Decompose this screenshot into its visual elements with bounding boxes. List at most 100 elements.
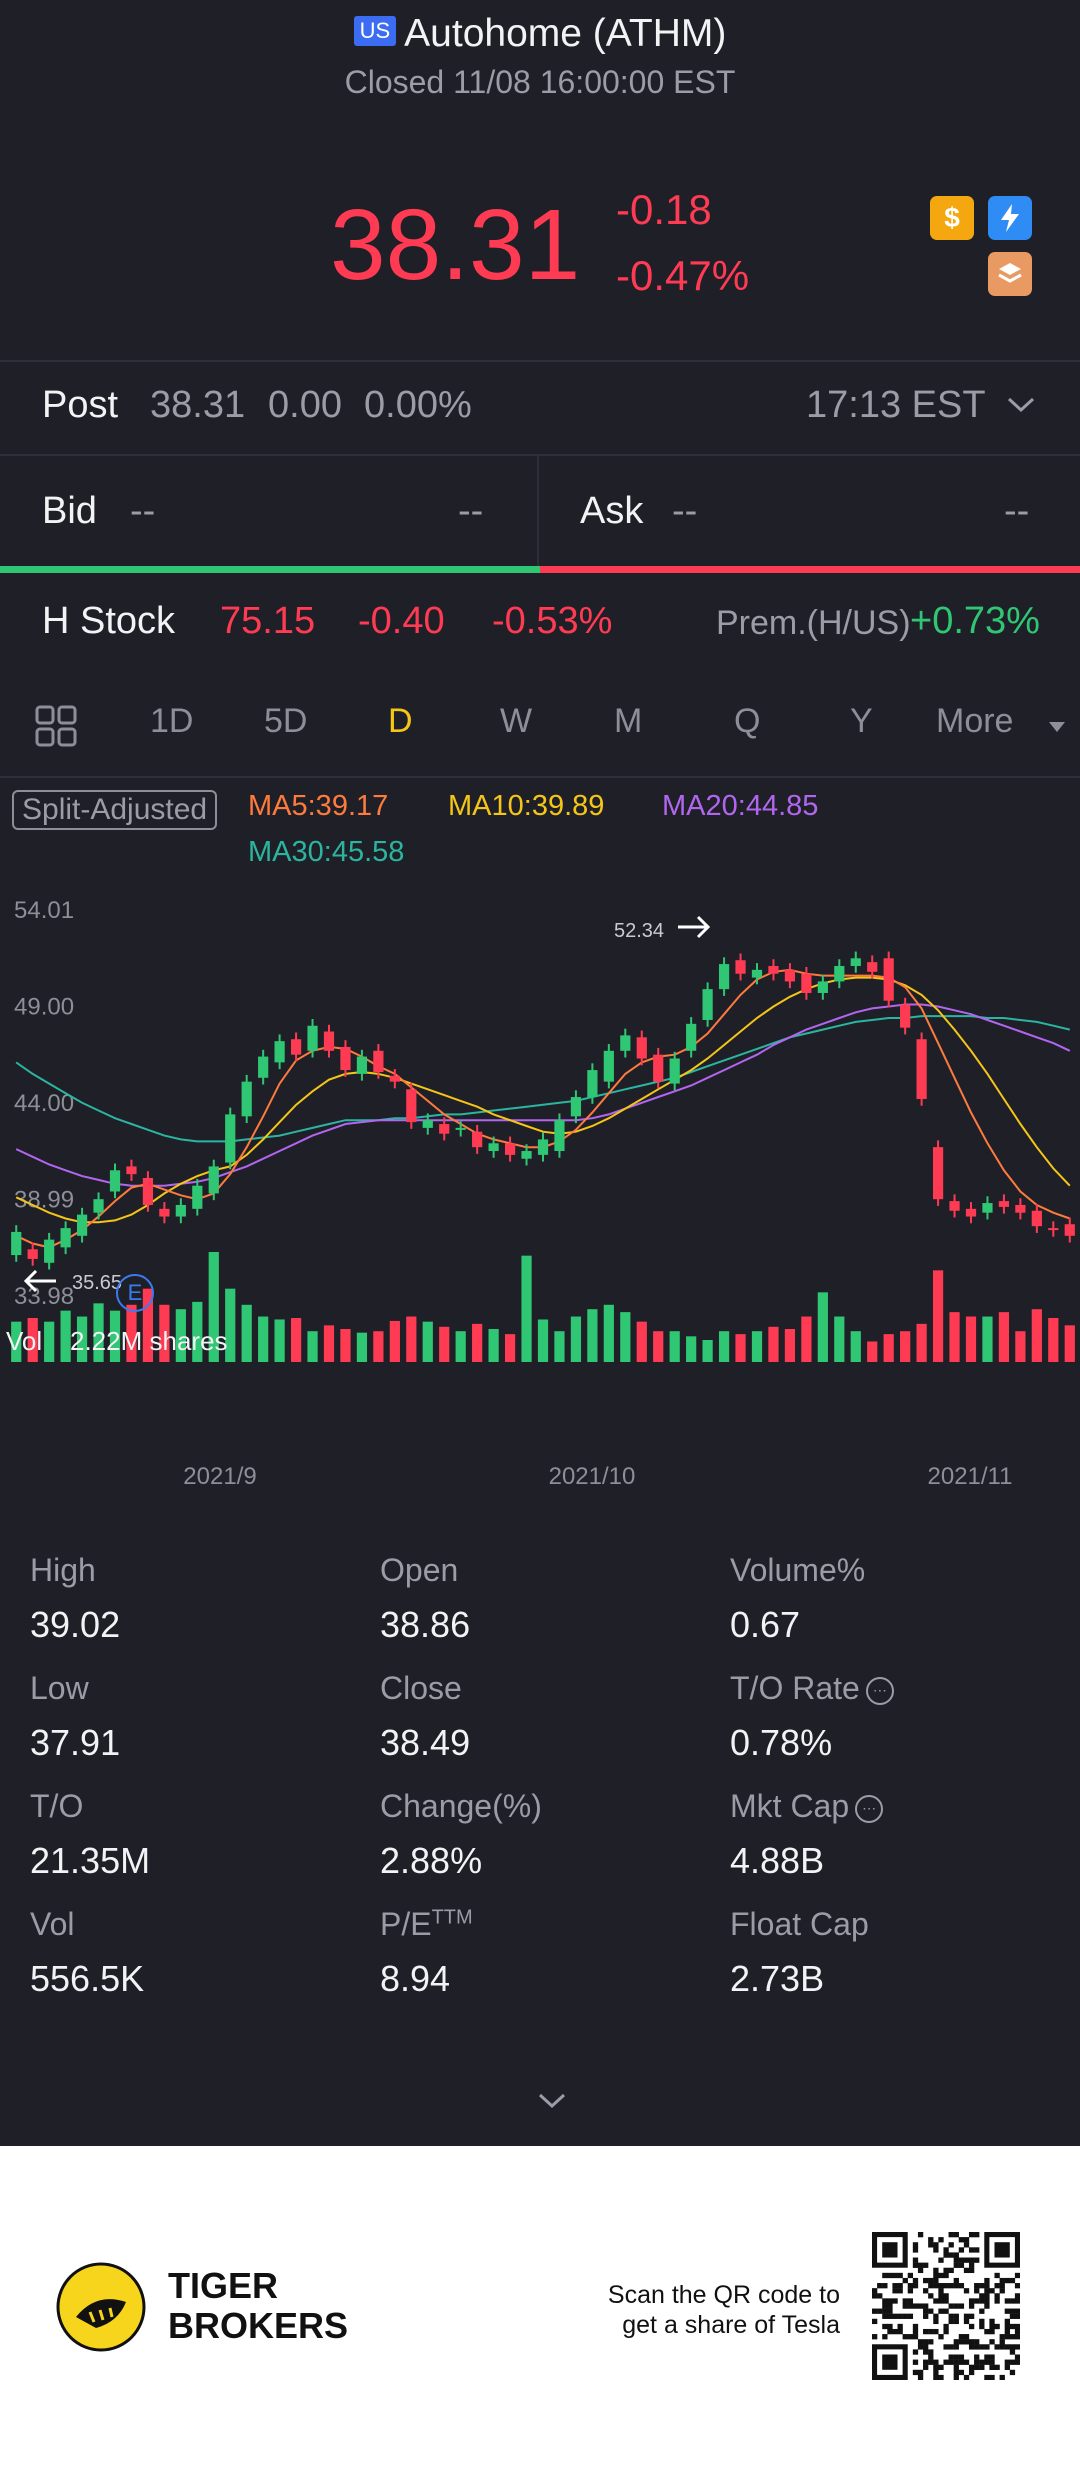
triangle-down-icon[interactable] (1048, 720, 1066, 738)
qr-module (933, 2272, 939, 2279)
qr-finder (882, 2354, 898, 2370)
candlestick-chart[interactable]: 54.0149.0044.0038.9933.98 2021/9 2021/10 2… (0, 880, 1080, 1490)
x-tick-label: 2021/11 (928, 1463, 1013, 1490)
qr-module (958, 2359, 965, 2365)
qr-module (933, 2359, 939, 2365)
candle-body (636, 1037, 647, 1059)
volume-bar (488, 1329, 499, 1362)
volume-bar (620, 1312, 631, 1362)
qr-module (994, 2293, 1000, 2299)
qr-module (1009, 2313, 1016, 2319)
candle-body (373, 1050, 384, 1072)
qr-module (912, 2242, 919, 2248)
volume-bar (900, 1331, 911, 1362)
expand-chevron-icon[interactable] (536, 2090, 568, 2117)
candle-body (1048, 1228, 1059, 1231)
tab-more[interactable]: More (936, 702, 1013, 741)
qr-module (887, 2272, 893, 2279)
qr-module (928, 2308, 934, 2314)
volume-bar (751, 1331, 763, 1362)
candle-body (406, 1089, 417, 1123)
qr-module (943, 2298, 949, 2304)
qr-module (1014, 2272, 1020, 2279)
qr-module (933, 2313, 939, 2319)
candle-body (916, 1039, 927, 1099)
stat-value: 2.88% (380, 1840, 483, 1881)
qr-module (968, 2369, 975, 2376)
price-change-pct: -0.47% (616, 252, 750, 299)
tab-q[interactable]: Q (734, 702, 760, 741)
period-tabs: 1D 5D D W M Q Y More (0, 690, 1080, 774)
qr-module (897, 2283, 903, 2289)
volume-bar (982, 1316, 993, 1362)
qr-module (963, 2339, 970, 2345)
qr-module (938, 2293, 944, 2299)
qr-module (1009, 2323, 1016, 2330)
premium-value: +0.73% (910, 600, 1040, 642)
qr-module (948, 2242, 954, 2248)
qr-module (933, 2374, 939, 2380)
qr-module (994, 2323, 1000, 2330)
candle-body (834, 966, 845, 982)
brand-name: TIGER BROKERS (168, 2266, 348, 2346)
qr-module (902, 2313, 908, 2319)
bid-bar (0, 566, 540, 573)
qr-module (887, 2323, 893, 2330)
qr-module (943, 2323, 949, 2330)
qr-module (882, 2283, 888, 2289)
split-adjusted-toggle[interactable]: Split-Adjusted (12, 790, 218, 830)
qr-module (963, 2359, 970, 2365)
qr-module (917, 2374, 924, 2380)
candle-body (455, 1127, 466, 1130)
stat-label: P/E (380, 1906, 432, 1942)
qr-module (948, 2267, 954, 2274)
tiger-logo-icon (56, 2262, 146, 2357)
tab-5d[interactable]: 5D (264, 702, 307, 741)
qr-module (1009, 2369, 1016, 2376)
tab-1d[interactable]: 1D (150, 702, 193, 741)
qr-module (928, 2283, 934, 2289)
post-time[interactable]: 17:13 EST (806, 384, 986, 427)
qr-module (1014, 2313, 1020, 2319)
candle-body (669, 1058, 680, 1084)
lightning-icon[interactable] (988, 196, 1032, 240)
min-price-label: 35.65 (72, 1272, 123, 1294)
qr-finder (882, 2242, 898, 2258)
volume-bar (439, 1326, 450, 1362)
qr-module (968, 2313, 975, 2319)
chevron-down-icon[interactable] (1006, 394, 1036, 421)
qr-module (963, 2267, 970, 2274)
qr-module (968, 2262, 975, 2268)
ask-size: -- (1004, 490, 1030, 532)
promo-line2: get a share of Tesla (622, 2311, 840, 2339)
tab-d[interactable]: D (388, 702, 413, 741)
qr-module (968, 2232, 975, 2238)
volume-bar (834, 1316, 845, 1362)
stat-value: 0.78% (730, 1722, 833, 1763)
qr-module (907, 2288, 914, 2294)
qr-module (933, 2247, 939, 2253)
tab-w[interactable]: W (500, 702, 532, 741)
post-change-pct: 0.00% (364, 384, 472, 426)
earnings-marker[interactable]: E (116, 1274, 154, 1312)
qr-module (1004, 2298, 1010, 2304)
more-info-icon[interactable]: ⋯ (865, 1677, 894, 1705)
ma10-line (15, 976, 1071, 1224)
qr-module (963, 2313, 970, 2319)
qr-module (1009, 2334, 1016, 2340)
tab-y[interactable]: Y (850, 702, 873, 741)
qr-module (887, 2298, 893, 2304)
qr-module (907, 2313, 914, 2319)
more-info-icon[interactable]: ⋯ (855, 1795, 884, 1823)
dollar-icon[interactable]: $ (930, 196, 974, 240)
grid-icon[interactable] (34, 704, 78, 753)
tab-m[interactable]: M (614, 702, 642, 741)
stack-icon[interactable] (988, 252, 1032, 296)
qr-module (938, 2298, 944, 2304)
candle-body (389, 1075, 400, 1082)
qr-module (963, 2318, 970, 2325)
qr-module (938, 2272, 944, 2279)
qr-module (948, 2359, 954, 2365)
candle-body (982, 1203, 993, 1213)
qr-module (943, 2272, 949, 2279)
